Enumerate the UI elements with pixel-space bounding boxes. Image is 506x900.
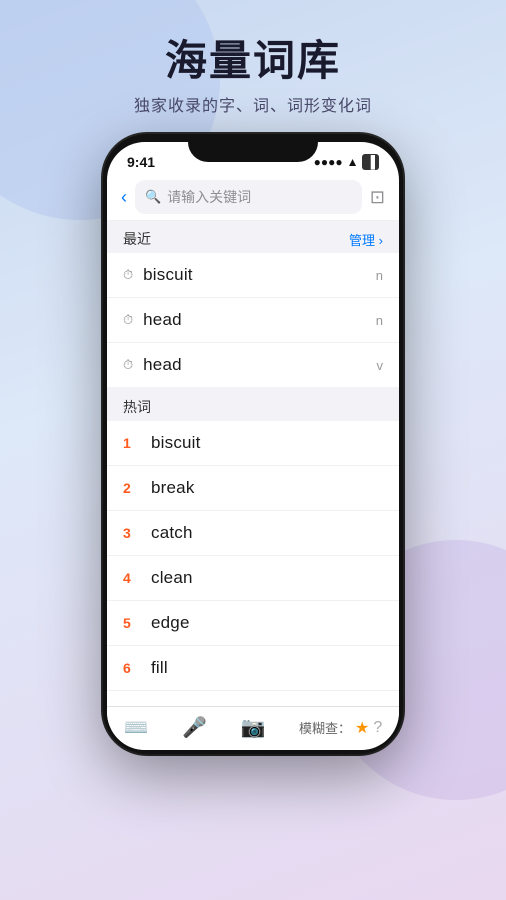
scan-button[interactable]: ⊡ <box>370 187 385 208</box>
pos-label: n <box>376 313 383 328</box>
hot-section-header: 热词 <box>107 389 399 421</box>
list-item[interactable]: 3 catch <box>107 511 399 556</box>
list-item[interactable]: 2 break <box>107 466 399 511</box>
list-item[interactable]: ⏱ head v <box>107 343 399 387</box>
keyboard-icon: ⌨️ <box>124 715 149 740</box>
rank-number: 6 <box>123 660 141 676</box>
word-text: head <box>143 310 376 330</box>
word-text: edge <box>151 613 383 633</box>
search-placeholder: 请输入关键词 <box>167 187 251 207</box>
list-item[interactable]: 1 biscuit <box>107 421 399 466</box>
keyboard-button[interactable]: ⌨️ <box>124 715 149 740</box>
hot-title: 热词 <box>123 397 151 417</box>
recent-section-header: 最近 管理 › <box>107 221 399 253</box>
rank-number: 3 <box>123 525 141 541</box>
rank-number: 5 <box>123 615 141 631</box>
wifi-icon: ▲ <box>347 155 359 169</box>
word-text: break <box>151 478 383 498</box>
status-time: 9:41 <box>127 154 155 170</box>
word-text: biscuit <box>143 265 376 285</box>
phone-notch <box>188 134 318 162</box>
word-text: head <box>143 355 376 375</box>
fuzzy-label: 模糊查： <box>299 718 351 737</box>
question-button[interactable]: ? <box>373 719 382 737</box>
header-title: 海量词库 <box>134 38 372 84</box>
search-input-area[interactable]: 🔍 请输入关键词 <box>135 180 362 214</box>
word-text: clean <box>151 568 383 588</box>
search-bar: ‹ 🔍 请输入关键词 ⊡ <box>107 174 399 221</box>
search-icon: 🔍 <box>145 189 161 205</box>
header-section: 海量词库 独家收录的字、词、词形变化词 <box>134 38 372 116</box>
list-item[interactable]: 6 fill <box>107 646 399 691</box>
camera-button[interactable]: 📷 <box>241 715 266 740</box>
rank-number: 2 <box>123 480 141 496</box>
list-item[interactable]: 5 edge <box>107 601 399 646</box>
rank-number: 4 <box>123 570 141 586</box>
pos-label: n <box>376 268 383 283</box>
scroll-content: 最近 管理 › ⏱ biscuit n ⏱ head n ⏱ head <box>107 221 399 706</box>
mic-icon: 🎤 <box>182 715 207 740</box>
clock-icon: ⏱ <box>123 312 133 328</box>
rank-number: 1 <box>123 435 141 451</box>
clock-icon: ⏱ <box>123 267 133 283</box>
header-subtitle: 独家收录的字、词、词形变化词 <box>134 92 372 116</box>
phone-screen: 9:41 ●●●● ▲ ▐ ‹ 🔍 请输入关键词 ⊡ 最近 管理 › <box>107 142 399 750</box>
bottom-bar: ⌨️ 🎤 📷 模糊查： ★ ? <box>107 706 399 750</box>
recent-title: 最近 <box>123 229 151 249</box>
back-button[interactable]: ‹ <box>121 187 127 208</box>
battery-icon: ▐ <box>362 154 379 170</box>
manage-button[interactable]: 管理 › <box>349 230 383 249</box>
mic-button[interactable]: 🎤 <box>182 715 207 740</box>
phone-mockup: 9:41 ●●●● ▲ ▐ ‹ 🔍 请输入关键词 ⊡ 最近 管理 › <box>103 134 403 754</box>
star-button[interactable]: ★ <box>355 718 369 738</box>
list-item[interactable]: 7 follow <box>107 691 399 706</box>
list-item[interactable]: 4 clean <box>107 556 399 601</box>
recent-list: ⏱ biscuit n ⏱ head n ⏱ head v <box>107 253 399 387</box>
status-icons: ●●●● ▲ ▐ <box>314 154 379 170</box>
hot-list: 1 biscuit 2 break 3 catch 4 clean 5 ed <box>107 421 399 706</box>
word-text: fill <box>151 658 383 678</box>
word-text: catch <box>151 523 383 543</box>
list-item[interactable]: ⏱ head n <box>107 298 399 343</box>
clock-icon: ⏱ <box>123 357 133 373</box>
pos-label: v <box>377 358 384 373</box>
camera-icon: 📷 <box>241 715 266 740</box>
list-item[interactable]: ⏱ biscuit n <box>107 253 399 298</box>
word-text: biscuit <box>151 433 383 453</box>
signal-icon: ●●●● <box>314 155 343 169</box>
fuzzy-search-section: 模糊查： ★ ? <box>299 718 382 738</box>
